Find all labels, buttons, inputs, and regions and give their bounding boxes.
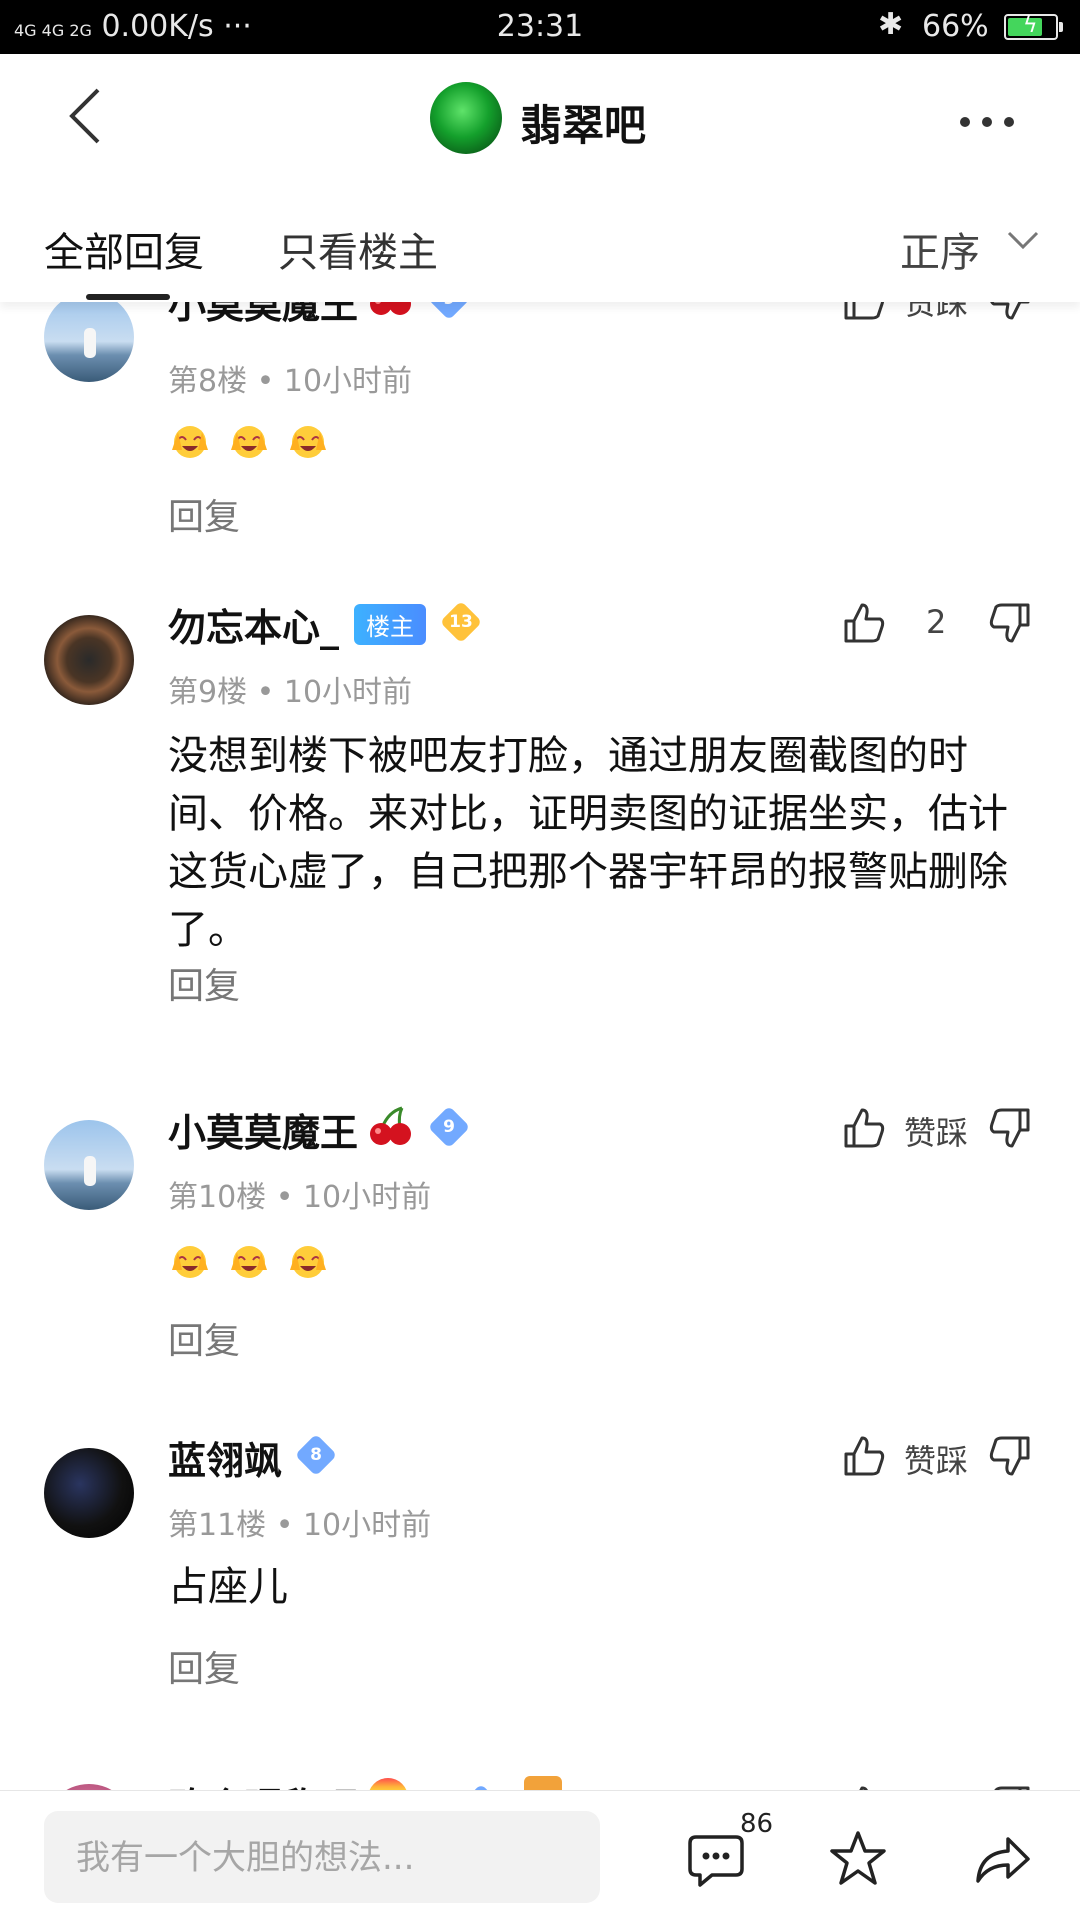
cherry-icon [370,1106,411,1145]
tab-all-replies[interactable]: 全部回复 [44,220,204,278]
level-badge: 9 [427,1105,471,1149]
post-content: 没想到楼下被吧友打脸，通过朋友圈截图的时间、价格。来对比，证明卖图的证据坐实，估… [168,733,1008,953]
status-bar: 4G 4G 2G 0.00K/s ··· 23:31 ✱ 66% ϟ [0,0,1080,54]
tab-host-only[interactable]: 只看楼主 [278,220,438,278]
laugh-cry-emoji-icon [227,1240,271,1280]
back-button[interactable] [60,86,120,146]
emoji-row [168,1240,340,1284]
emoji-row [168,420,340,464]
post-content: 占座儿 [168,1564,288,1610]
chevron-down-icon[interactable] [1006,228,1040,252]
username[interactable]: 改个昵称吧 [168,1776,358,1790]
clock: 23:31 [496,9,584,44]
reply-button[interactable]: 回复 [168,488,240,540]
thumbs-up-icon[interactable] [842,302,886,322]
username[interactable]: 小莫莫魔王 [168,302,358,329]
level-badge: 13 [439,600,483,644]
username[interactable]: 勿忘本心_ [168,597,339,652]
thumbs-down-icon[interactable] [988,302,1032,322]
avatar[interactable] [44,1448,134,1538]
avatar[interactable] [44,1120,134,1210]
reply-button[interactable]: 回复 [168,1312,240,1364]
sort-button[interactable]: 正序 [900,220,980,278]
forum-name[interactable]: 翡翠吧 [520,92,646,153]
laugh-cry-emoji-icon [168,420,212,460]
reply-tabs: 全部回复 只看楼主 正序 [0,184,1080,302]
active-tab-indicator [86,294,170,300]
floor-time: 第11楼 • 10小时前 [168,1508,432,1543]
username[interactable]: 小莫莫魔王 [168,1102,358,1157]
title-bar: 翡翠吧 [0,54,1080,184]
forum-logo[interactable] [430,82,502,154]
star-icon[interactable] [828,1829,888,1889]
floor-time: 第8楼 • 10小时前 [168,364,413,399]
comment-bubble-icon[interactable] [686,1829,746,1889]
battery-icon: ϟ [1004,13,1063,40]
laugh-cry-emoji-icon [227,420,271,460]
cherry-icon [370,302,411,315]
username[interactable]: 蓝翎飒 [168,1430,282,1485]
post-time: 10小时前 [283,364,413,399]
reply-input-box[interactable] [44,1811,600,1905]
level-badge: 8 [294,1433,338,1477]
bottom-bar: 86 [0,1790,1080,1921]
level-badge: 9 [427,302,471,321]
reply-button[interactable]: 回复 [168,1640,240,1692]
more-dots-icon [960,117,970,127]
floor-number: 第8楼 [168,364,248,399]
chevron-left-icon [69,88,100,144]
sun-icon [524,1776,562,1790]
floor-number: 第11楼 [168,1508,267,1543]
like-count: 2 [926,603,947,641]
host-badge: 楼主 [354,604,426,645]
floor-time: 第10楼 • 10小时前 [168,1180,432,1215]
reply-button[interactable]: 回复 [168,957,240,1009]
reply-list[interactable]: 小莫莫魔王 9 第8楼 • 10小时前 回复 赞踩 勿忘本心_ 楼主 13 第9… [0,302,1080,1790]
thumbs-up-icon[interactable] [842,601,886,645]
post-time: 10小时前 [302,1508,432,1543]
comment-count: 86 [740,1809,774,1839]
rainbow-icon [368,1778,408,1790]
laugh-cry-emoji-icon [286,1240,330,1280]
avatar[interactable] [44,615,134,705]
laugh-cry-emoji-icon [168,1240,212,1280]
like-dislike-label: 赞踩 [904,1114,969,1152]
thumbs-up-icon[interactable] [842,1434,886,1478]
avatar[interactable] [44,302,134,382]
like-dislike-label: 赞踩 [904,1442,969,1480]
laugh-cry-emoji-icon [286,420,330,460]
thumbs-down-icon[interactable] [988,1434,1032,1478]
thumbs-down-icon[interactable] [988,1106,1032,1150]
post-time: 10小时前 [283,675,413,710]
battery-percentage: 66% [922,9,989,44]
share-arrow-icon[interactable] [972,1829,1032,1889]
like-dislike-label: 赞踩 [904,302,969,322]
post-time: 10小时前 [302,1180,432,1215]
more-button[interactable] [960,112,1026,131]
reply-input[interactable] [74,1811,588,1905]
thumbs-up-icon[interactable] [842,1106,886,1150]
floor-number: 第9楼 [168,675,248,710]
floor-number: 第10楼 [168,1180,267,1215]
bluetooth-icon: ✱ [878,7,904,42]
floor-time: 第9楼 • 10小时前 [168,675,413,710]
thumbs-down-icon[interactable] [988,601,1032,645]
